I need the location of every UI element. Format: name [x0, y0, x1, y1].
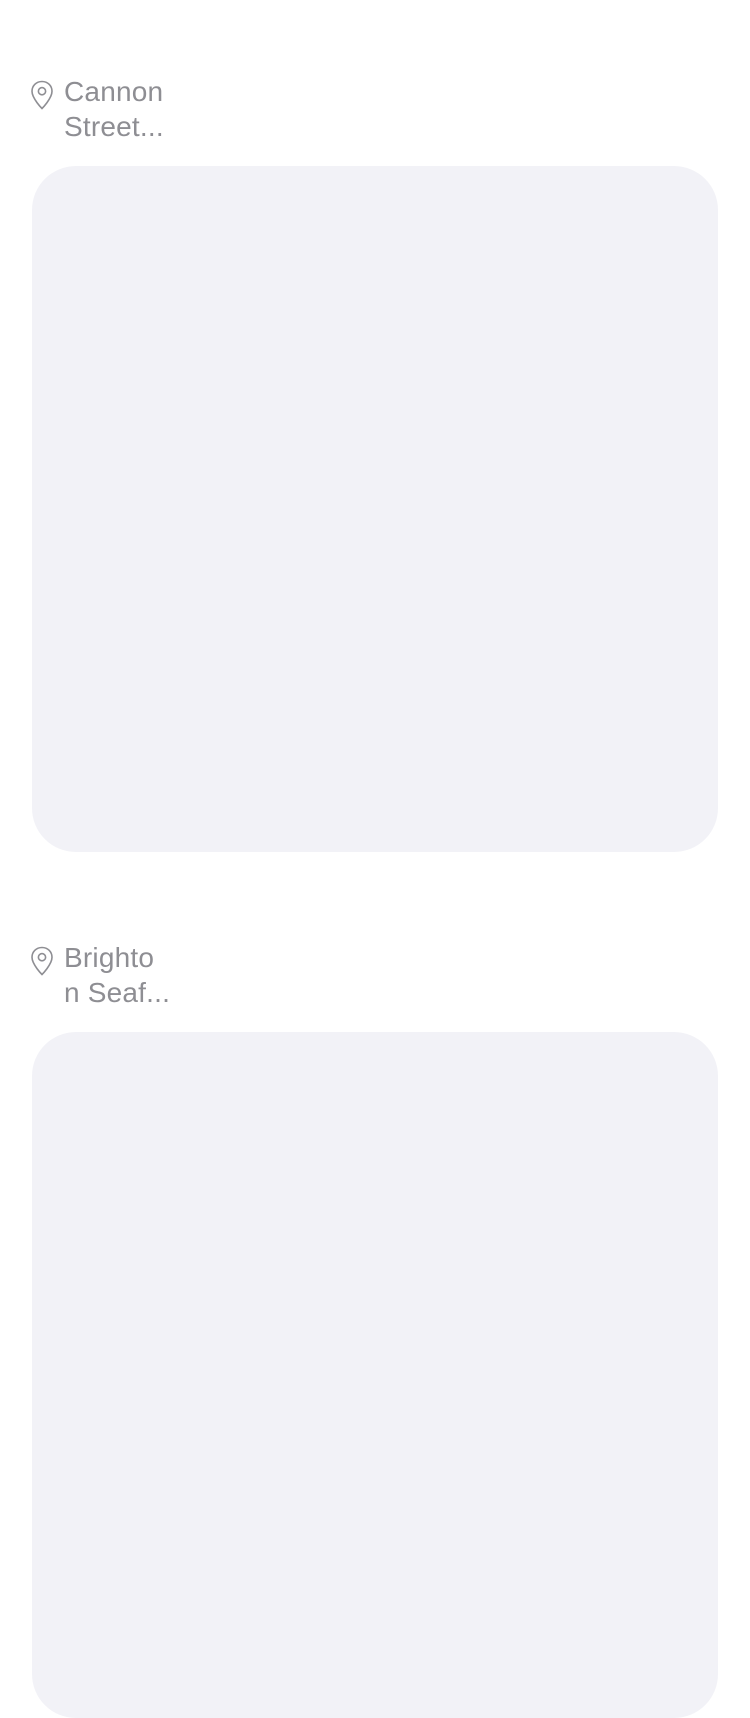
post-media-placeholder[interactable]	[32, 166, 718, 852]
location-line-1: Brighto	[64, 942, 155, 973]
post-media-placeholder[interactable]	[32, 1032, 718, 1718]
map-pin-icon	[31, 80, 53, 110]
post-location[interactable]: Brighto n Seaf...	[30, 940, 230, 1012]
feed: Cannon Street... Brighto n Seaf...	[0, 0, 750, 1718]
map-pin-icon	[31, 946, 53, 976]
location-line-2: n Seaf...	[64, 977, 171, 1008]
location-label: Cannon Street...	[64, 74, 184, 144]
post-location[interactable]: Cannon Street...	[30, 74, 230, 146]
location-label: Brighto n Seaf...	[64, 940, 184, 1010]
location-line-2: Street...	[64, 111, 164, 142]
location-line-1: Cannon	[64, 76, 164, 107]
